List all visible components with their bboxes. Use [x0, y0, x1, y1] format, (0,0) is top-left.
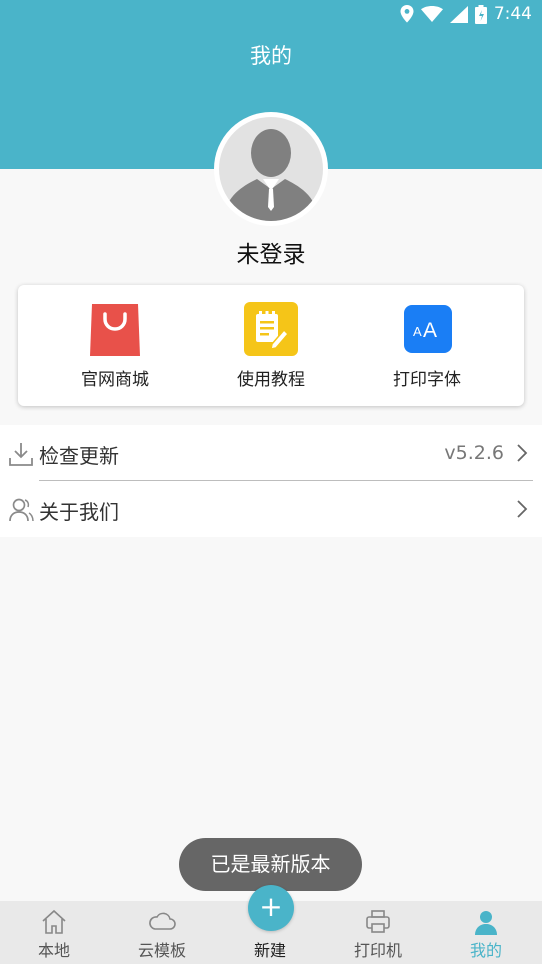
tab-label: 本地 [37, 941, 70, 960]
tab-mine[interactable]: 我的 [432, 901, 540, 964]
about-us-label: 关于我们 [39, 500, 119, 524]
login-status[interactable]: 未登录 [0, 235, 542, 269]
chevron-right-icon [517, 500, 528, 518]
tab-label: 我的 [469, 941, 502, 960]
status-bar: 7:44 [400, 3, 532, 25]
shortcut-tutorial[interactable]: 使用教程 [191, 285, 351, 406]
home-icon [42, 909, 66, 934]
cloud-icon [149, 912, 176, 930]
user-icon [9, 498, 34, 522]
shopping-bag-icon [90, 304, 140, 356]
shortcut-label: 打印字体 [393, 370, 461, 390]
version-value: v5.2.6 [444, 442, 504, 464]
about-us-row[interactable]: 关于我们 [0, 481, 542, 537]
shortcut-fonts[interactable]: A A 打印字体 [347, 285, 507, 406]
tab-label: 打印机 [353, 941, 402, 960]
tab-local[interactable]: 本地 [0, 901, 108, 964]
tab-cloud-templates[interactable]: 云模板 [108, 901, 216, 964]
shortcut-card: 官网商城 使用教程 A A 打印字体 [18, 285, 524, 406]
profile-icon [475, 911, 497, 935]
signal-icon [449, 5, 468, 23]
svg-text:A: A [413, 324, 422, 339]
tab-label: 新建 [253, 941, 286, 960]
shortcut-store[interactable]: 官网商城 [35, 285, 195, 406]
default-avatar-icon [223, 129, 319, 221]
check-update-row[interactable]: 检查更新 v5.2.6 [0, 425, 542, 481]
check-update-label: 检查更新 [39, 444, 119, 468]
tab-label: 云模板 [137, 941, 186, 960]
settings-list: 检查更新 v5.2.6 关于我们 [0, 425, 542, 537]
svg-text:A: A [423, 319, 437, 342]
clock: 7:44 [493, 4, 532, 24]
battery-icon [474, 4, 487, 24]
toast-message: 已是最新版本 [179, 838, 362, 891]
tab-printer[interactable]: 打印机 [324, 901, 432, 964]
shortcut-label: 官网商城 [81, 370, 149, 390]
download-icon [9, 443, 33, 466]
new-plus-button[interactable]: + [248, 885, 294, 931]
shortcut-label: 使用教程 [237, 370, 305, 390]
font-size-icon: A A [404, 305, 452, 353]
printer-icon [366, 910, 390, 933]
page-title: 我的 [250, 44, 292, 68]
chevron-right-icon [517, 444, 528, 462]
notepad-pen-icon [244, 302, 298, 356]
avatar[interactable] [214, 112, 328, 226]
wifi-icon [420, 6, 443, 22]
location-icon [400, 5, 414, 23]
